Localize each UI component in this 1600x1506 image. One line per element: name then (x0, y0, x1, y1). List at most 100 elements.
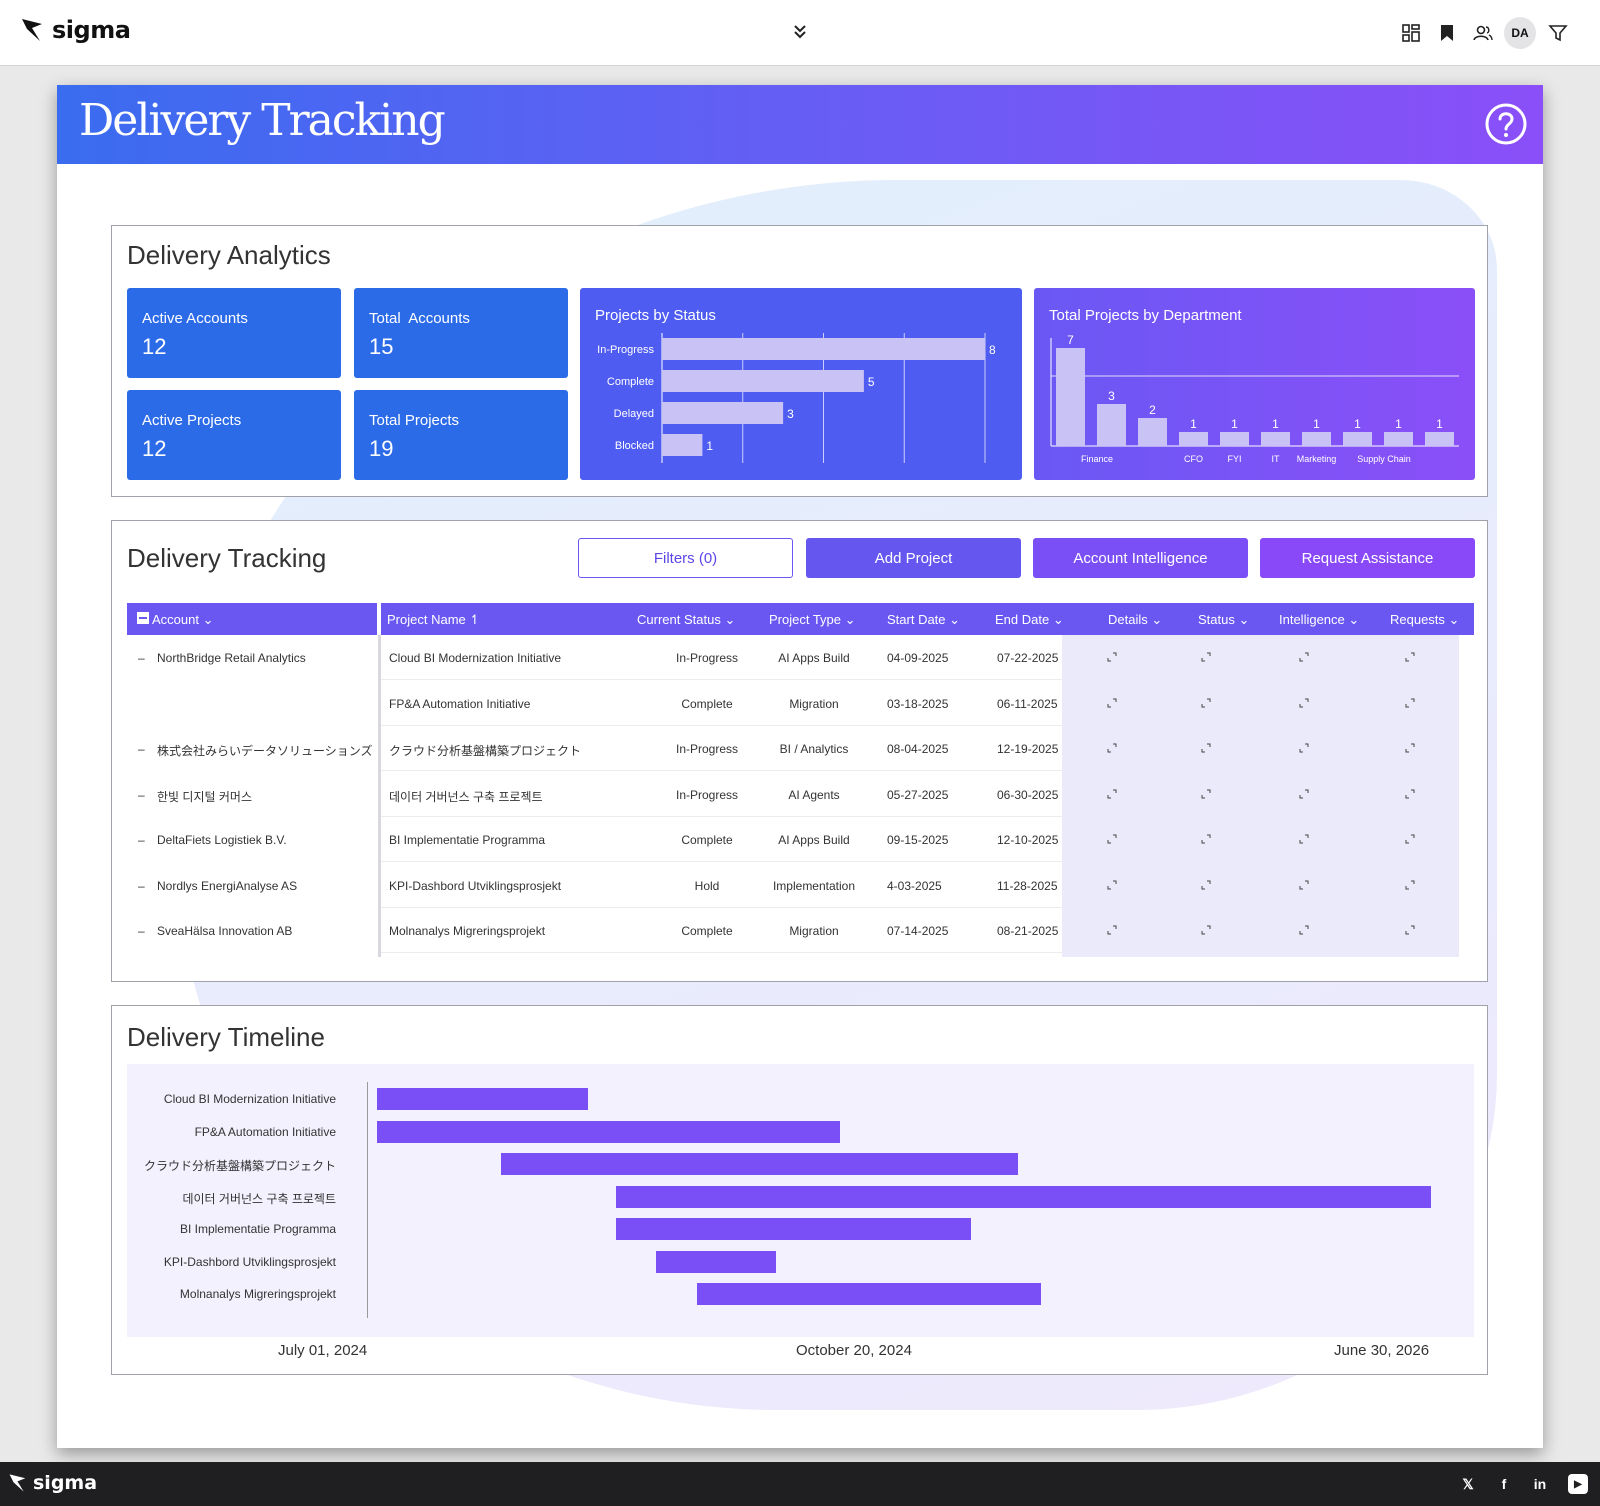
timeline-bar[interactable] (616, 1185, 1431, 1208)
table-row[interactable]: – 株式会社みらいデータソリューションズ クラウド分析基盤構築プロジェクト In-Pr… (127, 726, 1474, 771)
expand-status-icon[interactable] (1201, 833, 1211, 847)
status-bar (662, 434, 703, 456)
account-intelligence-button[interactable]: Account Intelligence (1033, 538, 1248, 578)
expand-status-icon[interactable] (1201, 651, 1211, 665)
timeline-bar[interactable] (656, 1250, 777, 1273)
col-details[interactable]: Details ⌄ (1108, 612, 1162, 628)
col-start-date[interactable]: Start Date ⌄ (887, 612, 960, 628)
expand-details-icon[interactable] (1107, 651, 1117, 665)
col-end-date[interactable]: End Date ⌄ (995, 612, 1064, 628)
users-icon[interactable] (1470, 20, 1496, 46)
timeline-date-start: July 01, 2024 (278, 1342, 368, 1359)
col-status[interactable]: Status ⌄ (1198, 612, 1249, 628)
table-row[interactable]: – DeltaFiets Logistiek B.V. BI Implementat… (127, 817, 1474, 862)
footer-logo[interactable]: sigma (8, 1472, 97, 1494)
table-row[interactable]: – SveaHälsa Innovation AB Molnanalys Migre… (127, 908, 1474, 953)
filter-icon[interactable] (1545, 20, 1571, 46)
expand-details-icon[interactable] (1107, 697, 1117, 711)
projects-by-status-chart[interactable]: Projects by Status In-Progress 8 Complete 5… (580, 288, 1022, 480)
expand-requests-icon[interactable] (1405, 742, 1415, 756)
expand-requests-icon[interactable] (1405, 697, 1415, 711)
chevron-down-icon: ⌄ (202, 612, 214, 627)
col-project-type[interactable]: Project Type ⌄ (769, 612, 856, 628)
collapse-row-icon[interactable]: – (138, 788, 145, 802)
timeline-bar[interactable] (501, 1153, 1018, 1175)
col-account[interactable]: Account ⌄ (152, 612, 214, 628)
expand-details-icon[interactable] (1107, 924, 1117, 938)
expand-requests-icon[interactable] (1405, 788, 1415, 802)
expand-intelligence-icon[interactable] (1299, 697, 1309, 711)
kpi-total-accounts[interactable]: Total Accounts 15 (354, 288, 568, 378)
timeline-bar[interactable] (377, 1120, 840, 1143)
kpi-label: Active Projects (142, 412, 242, 429)
collapse-row-icon[interactable]: – (138, 833, 145, 847)
category-label: In-Progress (597, 344, 654, 356)
expand-details-icon[interactable] (1107, 742, 1117, 756)
collapse-chevron-icon[interactable] (790, 22, 810, 42)
department-bar (1261, 432, 1290, 446)
col-intelligence[interactable]: Intelligence ⌄ (1279, 612, 1359, 628)
expand-requests-icon[interactable] (1405, 924, 1415, 938)
expand-status-icon[interactable] (1201, 742, 1211, 756)
linkedin-icon[interactable]: in (1530, 1474, 1550, 1494)
add-project-button[interactable]: Add Project (806, 538, 1021, 578)
expand-status-icon[interactable] (1201, 697, 1211, 711)
expand-details-icon[interactable] (1107, 788, 1117, 802)
footer-bar: sigma 𝕏 f in ▶ (0, 1462, 1600, 1506)
facebook-icon[interactable]: f (1494, 1474, 1514, 1494)
timeline-title: Delivery Timeline (127, 1022, 325, 1052)
bookmark-icon[interactable] (1434, 20, 1460, 46)
expand-status-icon[interactable] (1201, 924, 1211, 938)
table-row[interactable]: – NorthBridge Retail Analytics Cloud BI Mo… (127, 635, 1474, 680)
timeline-chart[interactable]: Cloud BI Modernization Initiative FP&A Au… (127, 1064, 1474, 1337)
layout-icon[interactable] (1398, 20, 1424, 46)
expand-intelligence-icon[interactable] (1299, 651, 1309, 665)
kpi-active-accounts[interactable]: Active Accounts 12 (127, 288, 341, 378)
data-label: 1 (1231, 417, 1238, 431)
column-divider (377, 603, 381, 635)
expand-requests-icon[interactable] (1405, 833, 1415, 847)
expand-intelligence-icon[interactable] (1299, 788, 1309, 802)
expand-intelligence-icon[interactable] (1299, 879, 1309, 893)
timeline-bar[interactable] (616, 1218, 972, 1240)
expand-details-icon[interactable] (1107, 833, 1117, 847)
expand-intelligence-icon[interactable] (1299, 833, 1309, 847)
collapse-row-icon[interactable]: – (138, 924, 145, 938)
projects-by-department-chart[interactable]: Total Projects by Department 7 Finance 3 2 1… (1034, 288, 1475, 480)
collapse-row-icon[interactable]: – (138, 651, 145, 665)
table-row[interactable]: FP&A Automation Initiative Complete Migrat… (127, 681, 1474, 726)
request-assistance-button[interactable]: Request Assistance (1260, 538, 1475, 578)
collapse-all-checkbox[interactable] (137, 612, 149, 627)
chevron-down-icon: ⌄ (724, 612, 736, 627)
expand-intelligence-icon[interactable] (1299, 742, 1309, 756)
cell-project-name: Molnanalys Migreringsprojekt (389, 924, 546, 938)
kpi-active-projects[interactable]: Active Projects 12 (127, 390, 341, 480)
data-label: 1 (1395, 417, 1402, 431)
avatar[interactable]: DA (1504, 17, 1536, 49)
collapse-row-icon[interactable]: – (138, 879, 145, 893)
col-current-status[interactable]: Current Status ⌄ (637, 612, 735, 628)
category-label: Supply Chain (1357, 454, 1411, 464)
timeline-bar[interactable] (697, 1283, 1041, 1305)
table-row[interactable]: – Nordlys EnergiAnalyse AS KPI-Dashbord Ut… (127, 863, 1474, 908)
kpi-total-projects[interactable]: Total Projects 19 (354, 390, 568, 480)
category-label: CFO (1184, 454, 1203, 464)
expand-intelligence-icon[interactable] (1299, 924, 1309, 938)
youtube-icon[interactable]: ▶ (1568, 1474, 1588, 1494)
x-icon[interactable]: 𝕏 (1458, 1474, 1478, 1494)
expand-requests-icon[interactable] (1405, 879, 1415, 893)
expand-status-icon[interactable] (1201, 879, 1211, 893)
sigma-logo[interactable]: sigma (20, 16, 131, 44)
help-icon[interactable] (1485, 103, 1527, 145)
col-project-name[interactable]: Project Name ↿ (387, 612, 480, 628)
timeline-bar[interactable] (377, 1088, 588, 1110)
department-bar (1302, 432, 1331, 446)
col-requests[interactable]: Requests ⌄ (1390, 612, 1459, 628)
cell-project-name: Cloud BI Modernization Initiative (389, 651, 562, 665)
filters-button[interactable]: Filters (0) (578, 538, 793, 578)
expand-status-icon[interactable] (1201, 788, 1211, 802)
expand-requests-icon[interactable] (1405, 651, 1415, 665)
collapse-row-icon[interactable]: – (138, 742, 145, 756)
table-row[interactable]: – 한빛 디지털 커머스 데이터 거버넌스 구축 프로젝트 In-Progress AI… (127, 772, 1474, 817)
expand-details-icon[interactable] (1107, 879, 1117, 893)
